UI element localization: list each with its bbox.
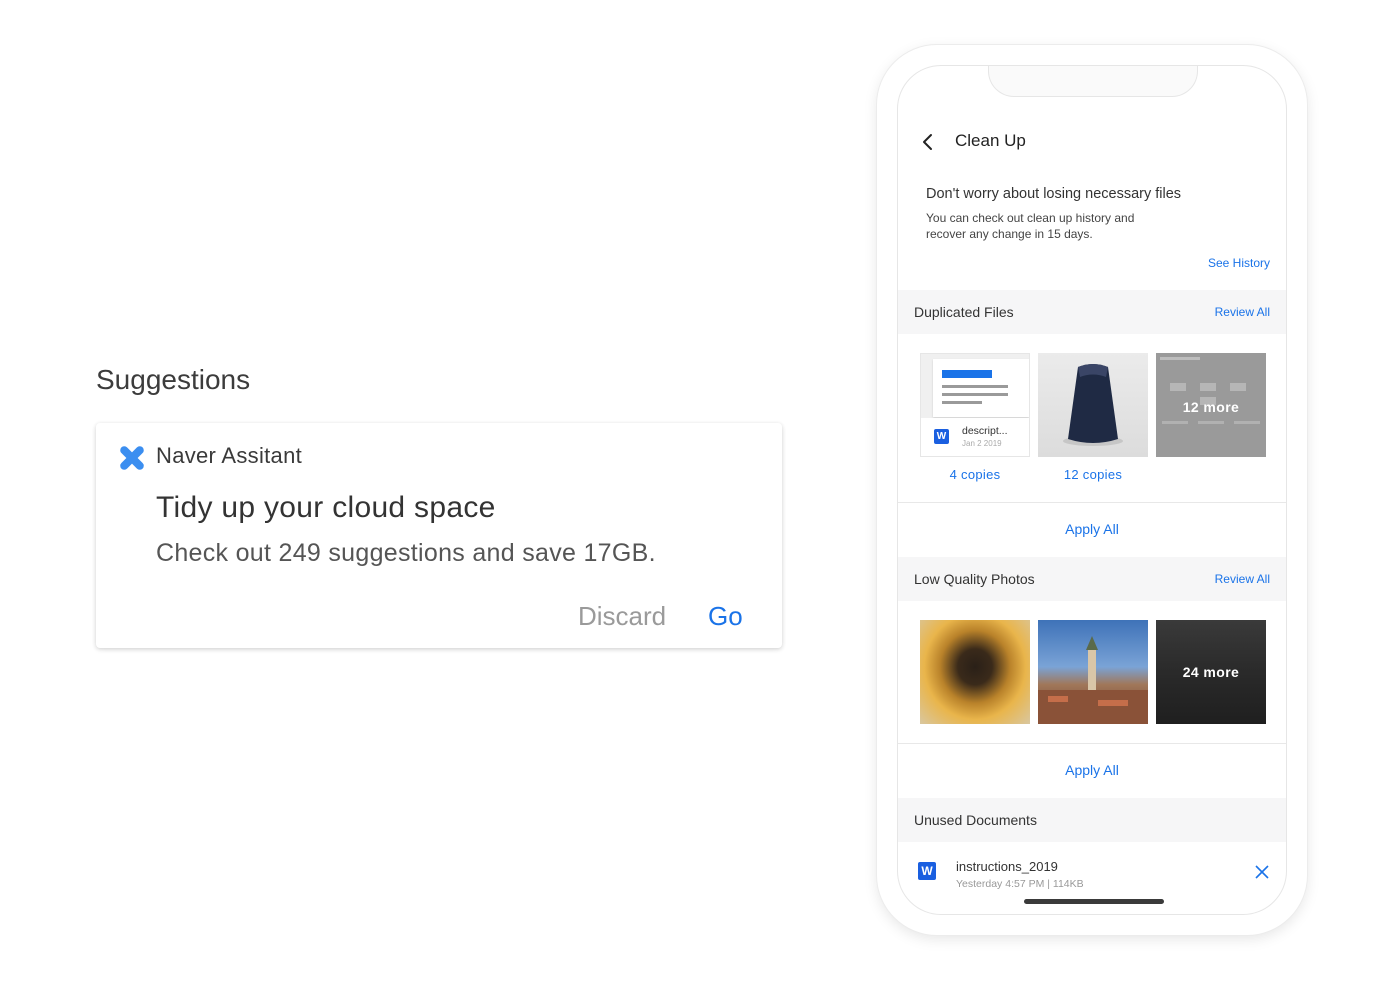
review-all-duplicated-link[interactable]: Review All: [1215, 305, 1270, 319]
duplicate-more-thumbnail[interactable]: 12 more: [1156, 353, 1266, 457]
doc-name: descript...: [962, 425, 1008, 437]
more-count-label: 24 more: [1182, 664, 1240, 680]
more-count-label: 12 more: [1182, 399, 1240, 415]
word-doc-icon: W: [918, 862, 936, 880]
low-quality-header: Low Quality Photos Review All: [898, 557, 1286, 601]
doc-date: Jan 2 2019: [962, 439, 1002, 448]
divider: [898, 502, 1286, 503]
low-quality-photo-beer[interactable]: [920, 620, 1030, 724]
see-history-link[interactable]: See History: [1208, 256, 1270, 270]
phone-screen: Clean Up Don't worry about losing necess…: [897, 65, 1287, 915]
suggestion-headline: Tidy up your cloud space: [156, 491, 496, 524]
page-title: Clean Up: [955, 131, 1026, 150]
unused-doc-row[interactable]: W instructions_2019 Yesterday 4:57 PM | …: [898, 846, 1286, 906]
assistant-name: Naver Assitant: [156, 443, 303, 468]
close-icon[interactable]: [1254, 864, 1270, 880]
suggestion-card: Naver Assitant Tidy up your cloud space …: [96, 423, 782, 648]
doc-name: instructions_2019: [956, 859, 1058, 874]
castle-tower-icon: [1038, 636, 1148, 724]
doc-meta: Yesterday 4:57 PM | 114KB: [956, 878, 1084, 890]
discard-button[interactable]: Discard: [578, 601, 666, 632]
intro-body: You can check out clean up history and r…: [926, 211, 1135, 241]
unused-documents-header: Unused Documents: [898, 798, 1286, 842]
low-quality-more-thumbnail[interactable]: 24 more: [1156, 620, 1266, 724]
assistant-logo-icon: [120, 446, 144, 470]
go-button[interactable]: Go: [708, 601, 743, 632]
duplicate-doc-thumbnail[interactable]: W descript... Jan 2 2019: [920, 353, 1030, 457]
section-label: Duplicated Files: [914, 304, 1014, 320]
suggestions-title: Suggestions: [96, 364, 251, 395]
phone-frame: Clean Up Don't worry about losing necess…: [877, 45, 1307, 935]
word-doc-icon: W: [934, 429, 949, 444]
doc-info-strip: W descript... Jan 2 2019: [921, 418, 1029, 456]
home-indicator: [1024, 899, 1164, 904]
low-quality-photo-city[interactable]: [1038, 620, 1148, 724]
apply-all-low-quality-button[interactable]: Apply All: [898, 762, 1286, 778]
nav-bar: Clean Up: [898, 124, 1286, 160]
intro-title: Don't worry about losing necessary files: [926, 186, 1182, 202]
section-label: Low Quality Photos: [914, 571, 1035, 587]
review-all-low-quality-link[interactable]: Review All: [1215, 572, 1270, 586]
apply-all-duplicated-button[interactable]: Apply All: [898, 521, 1286, 537]
divider: [898, 743, 1286, 744]
copies-count[interactable]: 4 copies: [920, 467, 1030, 482]
speaker-image-icon: [1063, 364, 1123, 446]
section-label: Unused Documents: [914, 812, 1037, 828]
doc-page-preview: [933, 359, 1029, 417]
suggestion-subline: Check out 249 suggestions and save 17GB.: [156, 539, 656, 567]
duplicated-files-header: Duplicated Files Review All: [898, 290, 1286, 334]
phone-notch: [988, 66, 1198, 97]
duplicate-image-thumbnail[interactable]: [1038, 353, 1148, 457]
copies-count[interactable]: 12 copies: [1038, 467, 1148, 482]
back-arrow-icon[interactable]: [918, 132, 938, 152]
